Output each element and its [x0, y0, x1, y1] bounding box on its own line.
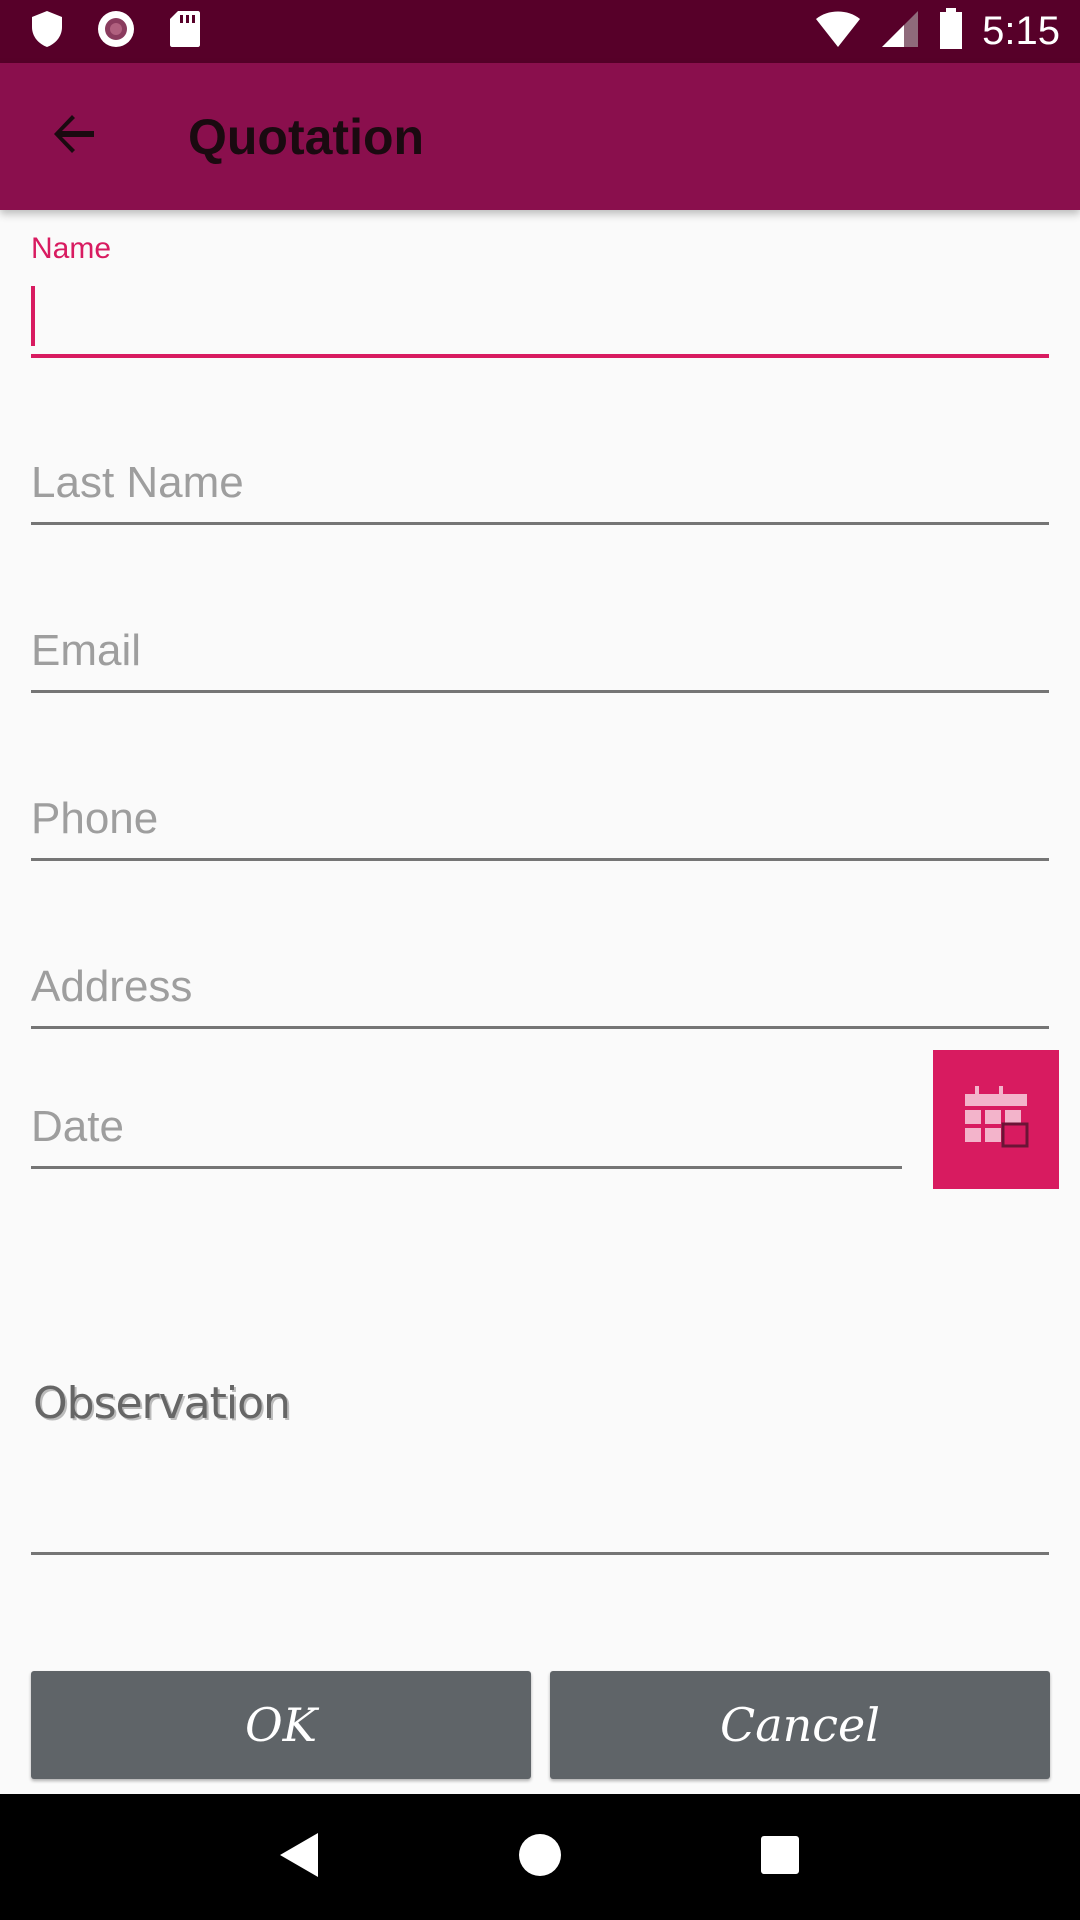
nav-recents-button[interactable]: [740, 1817, 820, 1897]
date-picker-button[interactable]: [933, 1050, 1059, 1189]
observation-label: Observation: [33, 1378, 291, 1429]
email-field[interactable]: Email: [31, 618, 1049, 698]
name-underline: [31, 354, 1049, 358]
date-placeholder: Date: [31, 1102, 124, 1151]
shield-icon: [30, 9, 64, 54]
address-placeholder: Address: [31, 962, 193, 1011]
last-name-placeholder: Last Name: [31, 458, 244, 507]
email-underline: [31, 690, 1049, 693]
battery-icon: [938, 8, 964, 55]
date-underline: [31, 1166, 902, 1169]
nav-home-icon: [517, 1832, 563, 1883]
phone-placeholder: Phone: [31, 794, 159, 843]
phone-underline: [31, 858, 1049, 861]
status-bar: 5:15: [0, 0, 1080, 63]
status-left-icons: [30, 9, 202, 54]
status-right-icons: 5:15: [814, 8, 1060, 55]
signal-icon: [880, 9, 920, 54]
sd-card-icon: [168, 9, 202, 54]
email-placeholder: Email: [31, 626, 142, 675]
phone-field[interactable]: Phone: [31, 786, 1049, 866]
name-field-label: Name: [31, 232, 112, 265]
nav-back-icon: [278, 1831, 322, 1884]
status-time: 5:15: [982, 9, 1060, 53]
arrow-back-icon: [50, 110, 98, 163]
observation-input[interactable]: [31, 1552, 1049, 1555]
nav-back-button[interactable]: [260, 1817, 340, 1897]
last-name-field[interactable]: Last Name: [31, 450, 1049, 530]
record-icon: [96, 9, 136, 54]
name-field[interactable]: Name: [31, 232, 1049, 362]
app-bar: Quotation: [0, 63, 1080, 210]
address-underline: [31, 1026, 1049, 1029]
nav-recents-icon: [760, 1835, 800, 1880]
nav-home-button[interactable]: [500, 1817, 580, 1897]
last-name-underline: [31, 522, 1049, 525]
address-field[interactable]: Address: [31, 954, 1049, 1034]
cancel-button[interactable]: Cancel: [550, 1671, 1050, 1779]
date-field[interactable]: Date: [31, 1096, 902, 1176]
calendar-icon: [963, 1086, 1029, 1153]
page-title: Quotation: [188, 108, 425, 165]
back-button[interactable]: [32, 95, 116, 179]
name-input[interactable]: [31, 280, 1049, 350]
system-nav-bar: [0, 1794, 1080, 1920]
wifi-icon: [814, 9, 862, 54]
ok-button[interactable]: OK: [31, 1671, 531, 1779]
